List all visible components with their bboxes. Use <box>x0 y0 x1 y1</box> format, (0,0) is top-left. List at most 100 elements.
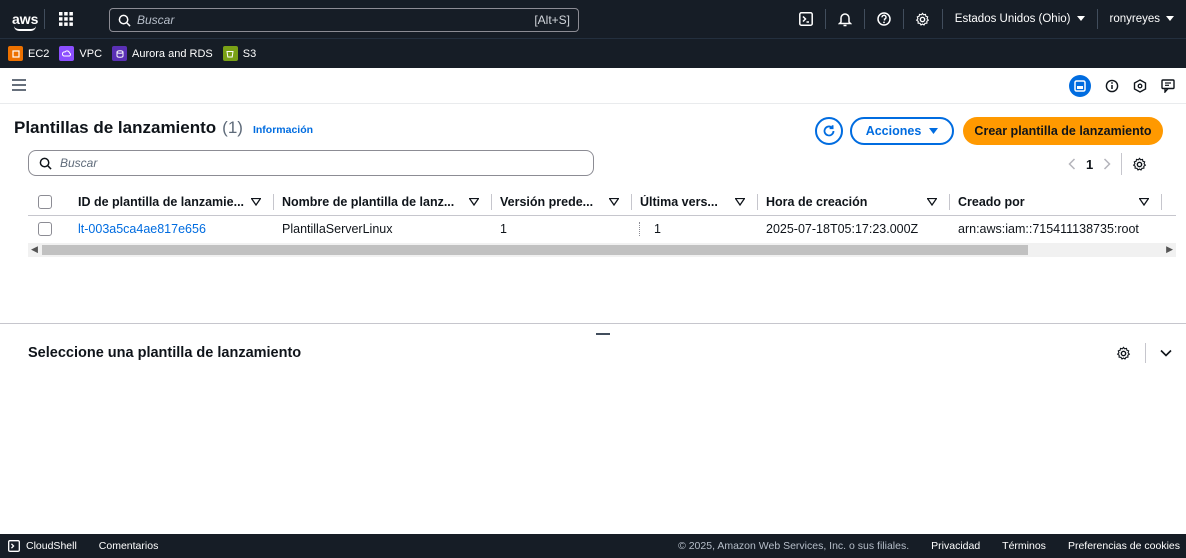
actions-label: Acciones <box>865 124 922 138</box>
s3-icon <box>222 46 238 61</box>
copyright-text: © 2025, Amazon Web Services, Inc. o sus … <box>678 540 910 552</box>
console-subheader <box>0 68 1186 104</box>
split-panel: Seleccione una plantilla de lanzamiento <box>0 323 1186 534</box>
table-header: ID de plantilla de lanzamie... Nombre de… <box>28 188 1176 216</box>
preferences-gear-icon[interactable] <box>1132 157 1147 172</box>
amazon-q-icon[interactable] <box>1133 79 1147 93</box>
favorite-label: S3 <box>242 47 257 60</box>
current-page-number[interactable]: 1 <box>1086 157 1093 172</box>
vpc-icon <box>59 46 75 61</box>
region-label: Estados Unidos (Ohio) <box>954 13 1071 25</box>
column-resizer[interactable] <box>273 193 274 210</box>
search-shortcut: [Alt+S] <box>534 13 570 27</box>
actions-dropdown-button[interactable]: Acciones <box>850 117 954 145</box>
column-resizer[interactable] <box>1161 193 1162 210</box>
scroll-left-arrow-icon[interactable]: ◀ <box>31 244 38 255</box>
menu-hamburger-icon[interactable] <box>12 79 26 91</box>
sort-caret-icon <box>735 197 749 206</box>
column-label: Creado por <box>958 194 1025 209</box>
top-navigation: aws Buscar [Alt+S] Estados Unidos (Ohio) <box>0 0 1186 38</box>
table-row[interactable]: lt-003a5ca4ae817e656 PlantillaServerLinu… <box>28 218 1176 240</box>
chevron-right-icon[interactable] <box>1103 158 1111 170</box>
chevron-down-icon[interactable] <box>1160 349 1172 357</box>
column-resizer[interactable] <box>949 193 950 210</box>
favorite-label: VPC <box>79 47 103 60</box>
favorite-ec2[interactable]: EC2 <box>8 46 49 61</box>
notifications-bell-icon[interactable] <box>826 0 864 38</box>
row-checkbox[interactable] <box>38 222 52 236</box>
settings-gear-icon[interactable] <box>904 0 942 38</box>
pagination: 1 <box>1068 153 1147 175</box>
global-search-input[interactable]: Buscar [Alt+S] <box>109 8 579 32</box>
chevron-left-icon[interactable] <box>1068 158 1076 170</box>
split-panel-title: Seleccione una plantilla de lanzamiento <box>28 345 302 361</box>
column-header-created-by[interactable]: Creado por <box>958 188 1170 215</box>
select-all-checkbox[interactable] <box>38 194 52 209</box>
column-header-id[interactable]: ID de plantilla de lanzamie... <box>66 188 282 215</box>
caret-down-icon <box>1076 16 1085 22</box>
favorite-label: EC2 <box>28 47 50 60</box>
feedback-link[interactable]: Comentarios <box>99 540 159 552</box>
caret-down-icon <box>929 127 939 135</box>
column-header-default-version[interactable]: Versión prede... <box>500 188 640 215</box>
services-grid-icon[interactable] <box>53 6 79 32</box>
pager-divider <box>1121 153 1123 175</box>
favorite-label: Aurora and RDS <box>132 47 213 60</box>
region-selector[interactable]: Estados Unidos (Ohio) <box>943 13 1097 25</box>
template-name-cell: PlantillaServerLinux <box>282 222 393 236</box>
privacy-link[interactable]: Privacidad <box>931 540 980 552</box>
split-panel-resize-handle[interactable] <box>596 333 610 335</box>
column-header-creation-time[interactable]: Hora de creación <box>766 188 958 215</box>
column-header-latest-version[interactable]: Última vers... <box>640 188 766 215</box>
nav-divider <box>44 9 45 29</box>
feedback-chat-icon[interactable] <box>1161 79 1176 93</box>
item-count: (1) <box>222 118 243 137</box>
cloudshell-link[interactable]: CloudShell <box>26 540 77 552</box>
user-name: ronyreyes <box>1109 13 1161 25</box>
split-panel-divider <box>1145 343 1146 363</box>
help-icon[interactable] <box>865 0 903 38</box>
favorite-aurora-rds[interactable]: Aurora and RDS <box>112 46 213 61</box>
aws-logo-text: aws <box>12 11 39 27</box>
search-icon <box>39 157 52 170</box>
column-resizer[interactable] <box>757 193 758 210</box>
default-version-cell: 1 <box>500 222 640 236</box>
aws-logo[interactable]: aws <box>12 11 44 31</box>
rds-icon <box>112 46 128 61</box>
terms-link[interactable]: Términos <box>1002 540 1046 552</box>
refresh-button[interactable] <box>815 117 843 145</box>
sort-caret-icon <box>609 197 623 206</box>
column-label: Nombre de plantilla de lanz... <box>282 194 455 209</box>
page-header: Plantillas de lanzamiento (1) Informació… <box>14 118 313 142</box>
favorite-s3[interactable]: S3 <box>222 46 257 61</box>
favorites-bar: EC2 VPC Aurora and RDS S3 <box>0 38 1186 68</box>
ec2-icon <box>8 46 23 61</box>
info-icon[interactable] <box>1105 79 1119 93</box>
scrollbar-thumb[interactable] <box>42 245 1028 255</box>
template-id-link[interactable]: lt-003a5ca4ae817e656 <box>66 222 282 236</box>
sort-caret-icon <box>251 197 265 206</box>
column-label: Hora de creación <box>766 194 868 209</box>
sort-caret-icon <box>927 197 941 206</box>
account-menu[interactable]: ronyreyes <box>1098 13 1186 25</box>
split-panel-icon[interactable] <box>1069 75 1091 97</box>
scroll-right-arrow-icon[interactable]: ▶ <box>1166 244 1173 255</box>
cloudshell-icon[interactable] <box>787 0 825 38</box>
sort-caret-icon <box>1139 197 1153 206</box>
favorite-vpc[interactable]: VPC <box>59 46 102 61</box>
column-resizer[interactable] <box>491 193 492 210</box>
search-icon <box>118 14 131 27</box>
split-panel-preferences-gear-icon[interactable] <box>1116 346 1131 361</box>
horizontal-scrollbar[interactable]: ◀ ▶ <box>28 243 1176 257</box>
column-resizer[interactable] <box>631 193 632 210</box>
info-link[interactable]: Información <box>253 124 313 136</box>
row-checkbox-cell <box>28 222 66 236</box>
global-search-placeholder: Buscar <box>137 13 175 27</box>
latest-version-cell: 1 <box>654 222 661 236</box>
filter-search-placeholder: Buscar <box>60 156 98 170</box>
column-header-name[interactable]: Nombre de plantilla de lanz... <box>282 188 500 215</box>
filter-search-input[interactable]: Buscar <box>28 150 594 176</box>
cookie-preferences-link[interactable]: Preferencias de cookies <box>1068 540 1180 552</box>
column-label: Última vers... <box>640 194 718 209</box>
create-launch-template-button[interactable]: Crear plantilla de lanzamiento <box>963 117 1163 145</box>
